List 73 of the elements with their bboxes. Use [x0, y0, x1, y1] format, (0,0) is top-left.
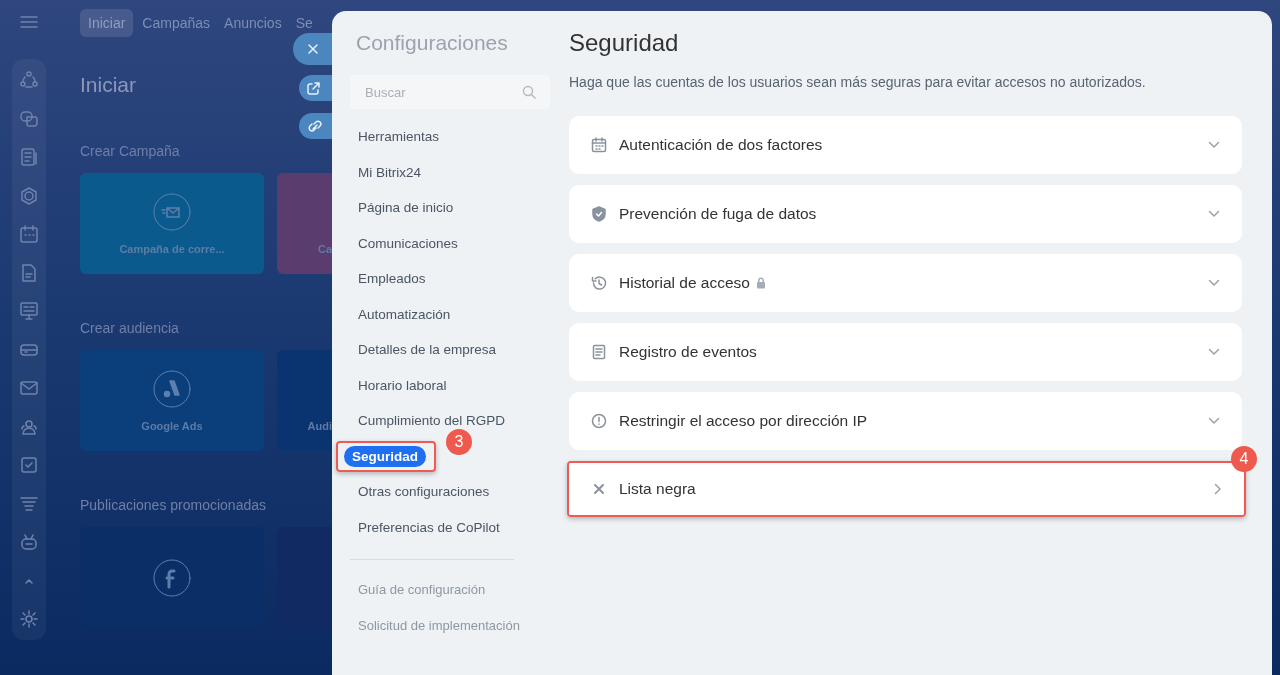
page-title: Iniciar: [80, 73, 137, 97]
section-label: Registro de eventos: [619, 343, 757, 361]
section-label: Restringir el acceso por dirección IP: [619, 412, 868, 430]
users-icon[interactable]: [20, 417, 38, 436]
nav-item[interactable]: Preferencias de CoPilot: [350, 516, 508, 538]
chat-icon[interactable]: [20, 109, 38, 128]
presentation-icon[interactable]: [20, 302, 38, 320]
shield-icon: [591, 206, 607, 222]
tile-label: Google Ads: [141, 419, 203, 432]
step-badge: 3: [446, 428, 472, 455]
nav-item[interactable]: Página de inicio: [350, 197, 462, 219]
document-icon: [591, 344, 607, 360]
section-label: Prevención de fuga de datos: [619, 205, 817, 223]
description-text: Haga que las cuentas de los usuarios sean más seguras para evitar accesos no autorizados.: [569, 74, 1147, 90]
file-icon[interactable]: [20, 263, 38, 282]
robot-icon[interactable]: [20, 533, 38, 551]
close-icon-button[interactable]: [293, 33, 333, 65]
chevron-down-icon: [1208, 279, 1220, 287]
settings-section[interactable]: Autenticación de dos factores: [569, 116, 1242, 174]
tile-label: Ca: [317, 242, 332, 255]
calendar-icon: [591, 137, 607, 153]
letter-a-icon: [153, 369, 191, 408]
hexagon-icon[interactable]: [20, 186, 38, 205]
warning-icon: [591, 413, 607, 429]
section-heading: Crear audiencia: [80, 320, 179, 336]
nav-item[interactable]: Empleados: [350, 268, 434, 290]
section-label: Autenticación de dos factores: [619, 136, 823, 154]
page-title: Seguridad: [569, 29, 680, 57]
chevron-down-icon: [1208, 210, 1220, 218]
search-icon: [522, 85, 536, 99]
chevron-down-icon: [1208, 348, 1220, 356]
search-field[interactable]: Buscar: [350, 75, 550, 109]
checkbox-icon[interactable]: [20, 456, 38, 474]
mail-icon[interactable]: [20, 379, 38, 397]
gear-icon[interactable]: [20, 610, 38, 628]
settings-section[interactable]: Registro de eventos: [569, 323, 1242, 381]
nav-item[interactable]: Detalles de la empresa: [350, 339, 505, 361]
cross-icon: [591, 481, 607, 497]
history-icon: [591, 275, 607, 291]
nav-item[interactable]: Seguridad: [344, 445, 426, 467]
circles-icon[interactable]: [20, 71, 38, 89]
section-label: Lista negra: [619, 480, 696, 498]
step-badge: 4: [1231, 446, 1257, 472]
link-icon-button[interactable]: [299, 113, 333, 139]
lock-icon: [755, 277, 766, 289]
chevron-down-icon: [1208, 141, 1220, 149]
calendar-icon[interactable]: [20, 225, 38, 243]
tile-label: Campaña de corre...: [119, 242, 225, 255]
mail-icon: [153, 192, 191, 231]
nav-item[interactable]: Horario laboral: [350, 374, 455, 396]
nav-item[interactable]: Comunicaciones: [350, 232, 466, 254]
menu-icon[interactable]: [20, 15, 38, 29]
funnel-icon[interactable]: [20, 494, 38, 513]
nav-item[interactable]: Automatización: [350, 303, 459, 325]
tile-label: Audi: [307, 419, 332, 432]
campaign-tile[interactable]: [277, 527, 332, 628]
section-label: Historial de acceso: [619, 274, 750, 292]
campaign-tile[interactable]: [80, 527, 264, 628]
section-heading: Crear Campaña: [80, 143, 180, 159]
settings-section[interactable]: Lista negra: [569, 463, 1244, 515]
nav-item[interactable]: Otras configuraciones: [350, 481, 498, 503]
section-heading: Publicaciones promocionadas: [80, 497, 266, 513]
chevron-right-icon: [1214, 483, 1222, 495]
letter-f-icon: [153, 558, 191, 597]
chevron-down-icon: [1208, 417, 1220, 425]
panel-title: Configuraciones: [356, 31, 509, 55]
settings-section[interactable]: Prevención de fuga de datos: [569, 185, 1242, 243]
external-link-icon-button[interactable]: [299, 75, 333, 101]
document-icon[interactable]: [20, 148, 38, 166]
settings-section[interactable]: Restringir el acceso por dirección IP: [569, 392, 1242, 450]
nav-item[interactable]: Herramientas: [350, 126, 448, 148]
nav-item[interactable]: Mi Bitrix24: [350, 161, 429, 183]
settings-section[interactable]: Historial de acceso: [569, 254, 1242, 312]
